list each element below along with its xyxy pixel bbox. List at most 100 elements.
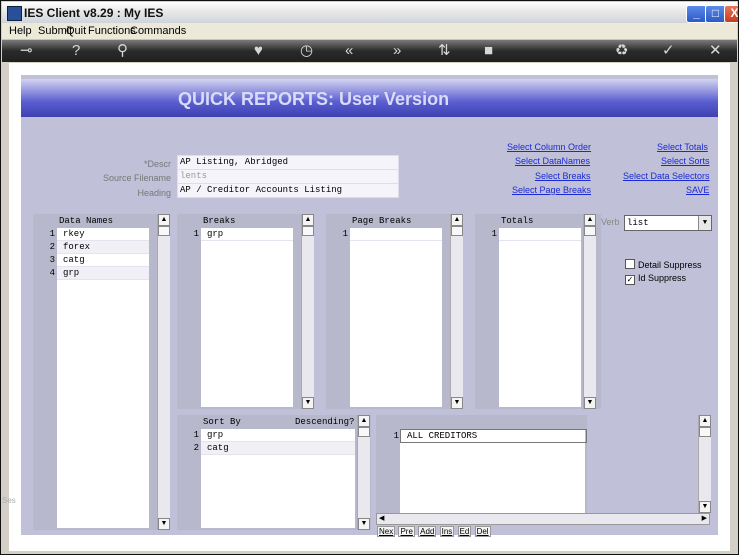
page-breaks-list[interactable]: 1	[343, 228, 442, 407]
add-button[interactable]: Add	[418, 526, 437, 537]
maximize-button[interactable]: □	[705, 5, 726, 23]
heart-icon[interactable]: ♥	[254, 42, 263, 60]
sort-icon[interactable]: ⇅	[438, 42, 451, 60]
scroll-up-icon[interactable]: ▲	[302, 214, 314, 226]
chevron-down-icon[interactable]: ▼	[698, 216, 711, 230]
data-selectors-list[interactable]: 1 ALL CREDITORS	[394, 429, 587, 521]
list-item[interactable]: 1	[492, 228, 581, 241]
scroll-left-icon[interactable]: ◀	[379, 514, 384, 522]
report-form: QUICK REPORTS: User Version *Descr AP Li…	[21, 75, 718, 537]
source-filename-label: Source Filename	[102, 173, 171, 183]
scroll-down-icon[interactable]: ▼	[584, 397, 596, 409]
scroll-down-icon[interactable]: ▼	[158, 518, 170, 530]
scroll-thumb[interactable]	[358, 427, 370, 437]
check-icon[interactable]: ✓	[662, 42, 675, 60]
scroll-down-icon[interactable]: ▼	[358, 518, 370, 530]
heading-field[interactable]: AP / Creditor Accounts Listing	[177, 183, 399, 198]
list-item[interactable]: 1 ALL CREDITORS	[394, 429, 587, 443]
source-filename-field[interactable]: lents	[177, 169, 399, 184]
record-nav-buttons: Nex Pre Add Ins Ed Del	[377, 526, 492, 537]
page-title: QUICK REPORTS: User Version	[178, 89, 450, 109]
list-item[interactable]: 3 catg	[50, 254, 149, 267]
data-names-scrollbar[interactable]: ▲ ▼	[157, 214, 170, 530]
save-link[interactable]: SAVE	[686, 185, 709, 195]
totals-scrollbar[interactable]: ▲ ▼	[583, 214, 596, 409]
insert-button[interactable]: Ins	[439, 526, 455, 537]
next-button[interactable]: Nex	[377, 526, 396, 537]
forward-icon[interactable]: »	[393, 42, 401, 60]
scroll-thumb[interactable]	[302, 226, 314, 236]
menu-quit[interactable]: Quit	[66, 25, 86, 37]
sort-by-list[interactable]: 1 grp 2 catg	[194, 429, 355, 528]
side-fragment: Ses	[2, 496, 16, 505]
scroll-down-icon[interactable]: ▼	[451, 397, 463, 409]
totals-list[interactable]: 1	[492, 228, 581, 407]
id-suppress-checkbox[interactable]: ✓ Id Suppress	[625, 273, 686, 285]
heading-label: Heading	[137, 188, 171, 198]
list-item[interactable]: 2 forex	[50, 241, 149, 254]
list-item[interactable]: 2 catg	[194, 442, 355, 455]
scroll-up-icon[interactable]: ▲	[584, 214, 596, 226]
sort-by-panel: Sort By Descending? 1 grp 2 catg ▲ ▼	[177, 415, 371, 530]
list-item[interactable]: 1 grp	[194, 228, 293, 241]
scroll-up-icon[interactable]: ▲	[451, 214, 463, 226]
verb-value: list	[627, 218, 649, 228]
list-item[interactable]: 1 grp	[194, 429, 355, 442]
scroll-thumb[interactable]	[158, 226, 170, 236]
list-item[interactable]: 1 rkey	[50, 228, 149, 241]
detail-suppress-checkbox[interactable]: Detail Suppress	[625, 259, 702, 270]
main-area: Ses QUICK REPORTS: User Version *Descr A…	[2, 63, 730, 551]
minimize-button[interactable]: _	[686, 5, 707, 23]
list-item[interactable]: 4 grp	[50, 267, 149, 280]
select-data-selectors-link[interactable]: Select Data Selectors	[623, 171, 710, 181]
page-breaks-scrollbar[interactable]: ▲ ▼	[450, 214, 463, 409]
edit-button[interactable]: Ed	[457, 526, 472, 537]
descr-field[interactable]: AP Listing, Abridged	[177, 155, 399, 170]
sort-by-scrollbar[interactable]: ▲ ▼	[357, 415, 370, 530]
scroll-up-icon[interactable]: ▲	[699, 415, 711, 427]
stop-icon[interactable]: ■	[484, 42, 493, 60]
close-window-button[interactable]: X	[724, 5, 738, 23]
data-selectors-scrollbar[interactable]: ▲ ▼	[698, 415, 711, 513]
scroll-up-icon[interactable]: ▲	[158, 214, 170, 226]
clock-icon[interactable]: ◷	[300, 42, 313, 60]
scroll-thumb[interactable]	[584, 226, 596, 236]
select-page-breaks-link[interactable]: Select Page Breaks	[512, 185, 591, 195]
select-datanames-link[interactable]: Select DataNames	[515, 156, 590, 166]
list-item[interactable]: 1	[343, 228, 442, 241]
scroll-thumb[interactable]	[451, 226, 463, 236]
banner: QUICK REPORTS: User Version	[21, 79, 718, 117]
scroll-down-icon[interactable]: ▼	[699, 501, 711, 513]
breaks-list[interactable]: 1 grp	[194, 228, 293, 407]
menu-commands[interactable]: Commands	[130, 25, 186, 37]
select-totals-link[interactable]: Select Totals	[657, 142, 708, 152]
select-sorts-link[interactable]: Select Sorts	[661, 156, 710, 166]
data-selectors-hscrollbar[interactable]: ◀ ▶	[376, 513, 710, 525]
select-column-order-link[interactable]: Select Column Order	[507, 142, 591, 152]
close-icon[interactable]: ✕	[709, 42, 722, 60]
recycle-icon[interactable]: ♻	[615, 42, 628, 60]
breaks-panel: Breaks 1 grp ▲ ▼	[177, 214, 314, 409]
key-icon[interactable]: ⊸	[20, 42, 33, 60]
menu-help[interactable]: Help	[9, 25, 32, 37]
scroll-up-icon[interactable]: ▲	[358, 415, 370, 427]
checkbox-checked-icon[interactable]: ✓	[625, 275, 635, 285]
search-icon[interactable]: ⚲	[117, 42, 128, 60]
delete-button[interactable]: Del	[474, 526, 491, 537]
title-bar: IES Client v8.29 : My IES _ □ X	[2, 2, 738, 24]
menu-functions[interactable]: Functions	[88, 25, 136, 37]
scroll-down-icon[interactable]: ▼	[302, 397, 314, 409]
sort-by-header: Sort By	[203, 417, 241, 427]
rewind-icon[interactable]: «	[345, 42, 353, 60]
toolbar: ⊸ ? ⚲ ♥ ◷ « » ⇅ ■ ♻ ✓ ✕	[2, 40, 737, 62]
help-icon[interactable]: ?	[72, 42, 80, 60]
scroll-thumb[interactable]	[699, 427, 711, 437]
scroll-right-icon[interactable]: ▶	[702, 514, 707, 522]
select-breaks-link[interactable]: Select Breaks	[535, 171, 591, 181]
window-title: IES Client v8.29 : My IES	[24, 6, 164, 20]
data-names-list[interactable]: 1 rkey 2 forex 3 catg 4 grp	[50, 228, 149, 528]
checkbox-unchecked-icon[interactable]	[625, 259, 635, 269]
breaks-scrollbar[interactable]: ▲ ▼	[301, 214, 314, 409]
verb-select[interactable]: list ▼	[624, 215, 712, 231]
previous-button[interactable]: Pre	[398, 526, 415, 537]
